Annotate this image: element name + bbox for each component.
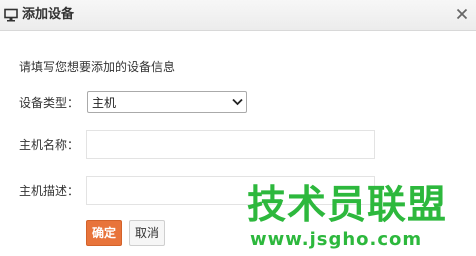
- device-type-selected-value: 主机: [92, 96, 117, 110]
- device-type-label: 设备类型：: [19, 96, 80, 110]
- close-icon[interactable]: [455, 7, 469, 21]
- chevron-down-icon: [232, 98, 243, 106]
- host-name-label: 主机名称：: [19, 138, 80, 152]
- watermark-logo-text: 技术员联盟: [247, 183, 448, 228]
- cancel-button[interactable]: 取消: [129, 220, 165, 246]
- dialog-title: 添加设备: [22, 7, 75, 22]
- host-description-label: 主机描述：: [19, 184, 80, 198]
- dialog-titlebar: 添加设备: [0, 0, 476, 31]
- monitor-icon: [4, 8, 18, 22]
- confirm-button[interactable]: 确定: [86, 220, 122, 246]
- add-device-dialog: 添加设备 请填写您想要添加的设备信息 设备类型： 主机 主机名称： 主机描述： …: [0, 0, 476, 256]
- host-name-input[interactable]: [86, 130, 375, 159]
- device-type-select[interactable]: 主机: [87, 91, 247, 113]
- form-intro-text: 请填写您想要添加的设备信息: [19, 60, 176, 74]
- watermark-url: www.jsgho.com: [250, 229, 423, 250]
